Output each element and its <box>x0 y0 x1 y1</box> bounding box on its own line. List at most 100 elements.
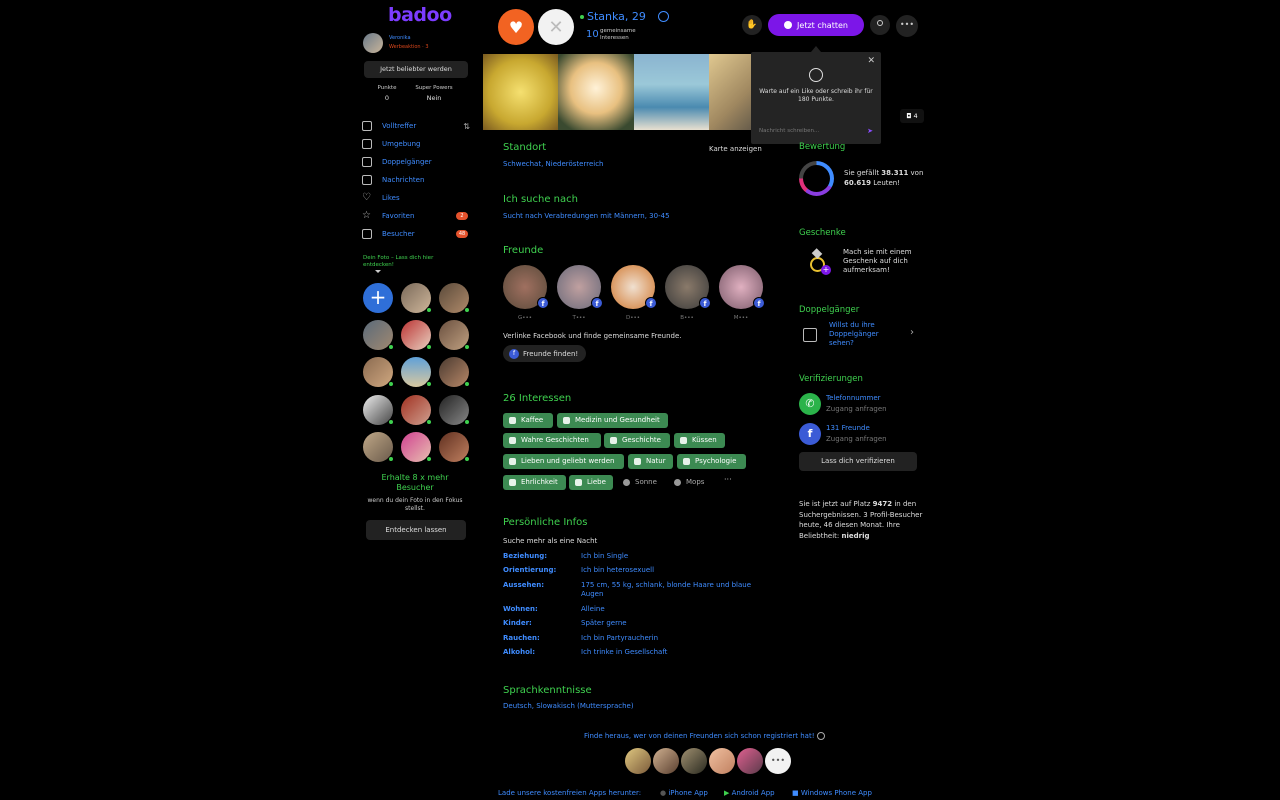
user-avatar[interactable] <box>439 395 470 425</box>
photo-count[interactable]: ◘ 4 <box>900 109 924 123</box>
nav-umgebung[interactable]: Umgebung <box>362 137 470 151</box>
friend-avatar[interactable]: f <box>557 265 603 309</box>
friend-avatar[interactable] <box>625 748 651 774</box>
nav-volltreffer[interactable]: Volltreffer ⇅ <box>362 119 470 133</box>
user-avatar[interactable] <box>401 395 432 425</box>
verified-icon[interactable] <box>658 11 669 22</box>
user-avatar[interactable] <box>401 283 432 313</box>
user-avatar[interactable] <box>401 320 432 350</box>
online-indicator <box>426 381 432 387</box>
ring-gift-icon[interactable]: + <box>807 248 831 275</box>
interest-chip[interactable]: Kaffee <box>503 413 553 428</box>
facebook-verify-sub[interactable]: Zugang anfragen <box>826 435 887 443</box>
chevron-right-icon[interactable]: › <box>910 327 914 338</box>
user-avatar[interactable] <box>439 357 470 387</box>
play-icon: ▶ <box>724 789 730 797</box>
gifts-title: Geschenke <box>799 228 846 238</box>
nav-likes[interactable]: ♡ Likes <box>362 191 470 205</box>
apps-lead-text: Lade unsere kostenfreien Apps herunter: <box>498 789 642 797</box>
gift-button[interactable]: ✋ <box>742 15 762 35</box>
my-avatar[interactable] <box>363 33 383 53</box>
friend-avatar[interactable] <box>681 748 707 774</box>
user-avatar[interactable] <box>363 320 394 350</box>
find-friends-button[interactable]: f Freunde finden! <box>503 345 587 362</box>
info-value: Ich trinke in Gesellschaft <box>581 648 668 656</box>
user-avatar[interactable] <box>363 395 394 425</box>
interest-chip[interactable]: Wahre Geschichten <box>503 433 601 448</box>
languages-value: Deutsch, Slowakisch (Muttersprache) <box>503 702 634 710</box>
windows-app-link[interactable]: ■ Windows Phone App <box>792 789 872 797</box>
add-photo-button[interactable]: + <box>363 283 393 313</box>
lightning-icon <box>809 68 823 82</box>
profile-photo[interactable] <box>483 54 558 130</box>
profile-name: Stanka, 29 <box>587 10 646 23</box>
user-avatar[interactable] <box>363 357 394 387</box>
help-icon[interactable] <box>816 732 825 740</box>
get-popular-button[interactable]: Jetzt beliebter werden <box>364 61 468 78</box>
online-indicator <box>388 456 394 462</box>
nav-besucher[interactable]: Besucher 48 <box>362 227 470 241</box>
nav-favoriten[interactable]: ☆ Favoriten 2 <box>362 209 470 223</box>
phone-verify-title[interactable]: Telefonnummer <box>826 394 881 402</box>
interest-chip[interactable]: Geschichte <box>604 433 670 448</box>
iphone-app-link[interactable]: ● iPhone App <box>660 789 708 797</box>
user-avatar[interactable] <box>439 432 470 462</box>
show-map-link[interactable]: Karte anzeigen <box>709 145 762 153</box>
profile-menu-button[interactable] <box>870 15 890 35</box>
interest-chip[interactable]: Ehrlichkeit <box>503 475 566 490</box>
filter-icon[interactable]: ⇅ <box>463 122 470 131</box>
interest-chip[interactable]: Psychologie <box>677 454 746 469</box>
skip-button[interactable]: ✕ <box>538 9 574 45</box>
get-verified-button[interactable]: Lass dich verifizieren <box>799 452 917 471</box>
like-button[interactable]: ♥ <box>498 9 534 45</box>
get-discovered-button[interactable]: Entdecken lassen <box>366 520 466 540</box>
friend-avatar[interactable]: f <box>665 265 711 309</box>
find-friends-link[interactable]: Finde heraus, wer von deinen Freunden si… <box>584 732 825 740</box>
gift-text[interactable]: Mach sie mit einem Geschenk auf dich auf… <box>843 248 923 275</box>
rating-text: Sie gefällt 38.311 von 60.619 Leuten! <box>844 169 924 187</box>
user-avatar[interactable] <box>401 357 432 387</box>
badoo-logo[interactable]: badoo <box>388 4 452 26</box>
phone-verify-sub[interactable]: Zugang anfragen <box>826 405 887 413</box>
close-icon[interactable]: ✕ <box>867 56 875 66</box>
friend-avatar[interactable]: f <box>719 265 765 309</box>
personal-intro: Suche mehr als eine Nacht <box>503 537 598 545</box>
user-avatar[interactable] <box>439 283 470 313</box>
nav-doppelganger[interactable]: Doppelgänger <box>362 155 470 169</box>
interest-chip[interactable]: Natur <box>628 454 673 469</box>
chat-bubble-icon <box>362 175 372 185</box>
user-avatar[interactable] <box>439 320 470 350</box>
friend-name: M••• <box>733 315 749 321</box>
interest-chip[interactable]: Sonne <box>617 475 663 490</box>
friend-avatar[interactable] <box>709 748 735 774</box>
user-avatar[interactable] <box>363 432 394 462</box>
interest-label: Medizin und Gesundheit <box>575 416 660 424</box>
nav-nachrichten[interactable]: Nachrichten <box>362 173 470 187</box>
friend-avatar[interactable]: f <box>611 265 657 309</box>
more-friends-button[interactable]: ••• <box>765 748 791 774</box>
doppelganger-link[interactable]: Willst du ihre Doppelgänger sehen? <box>829 321 899 348</box>
friend-avatar[interactable] <box>737 748 763 774</box>
looking-for-value: Sucht nach Verabredungen mit Männern, 30… <box>503 212 670 220</box>
friend-avatar[interactable] <box>653 748 679 774</box>
interest-chip[interactable]: Küssen <box>674 433 725 448</box>
send-icon[interactable]: ➤ <box>867 127 873 135</box>
message-input[interactable]: Nachricht schreiben... <box>759 128 819 134</box>
my-name[interactable]: Veronika <box>389 35 411 41</box>
interest-chip[interactable]: Liebe <box>569 475 613 490</box>
windows-icon: ■ <box>792 789 799 797</box>
facebook-verify-title[interactable]: 131 Freunde <box>826 424 870 432</box>
user-avatar[interactable] <box>401 432 432 462</box>
interest-chip[interactable]: Mops <box>668 475 712 490</box>
interest-chip[interactable]: Lieben und geliebt werden <box>503 454 624 469</box>
android-app-link[interactable]: ▶ Android App <box>724 789 775 797</box>
friend-avatar[interactable]: f <box>503 265 549 309</box>
photo-hint[interactable]: Dein Foto – Lass dich hier entdecken! <box>363 255 443 269</box>
location-value[interactable]: Schwechat, Niederösterreich <box>503 160 604 168</box>
interest-chip[interactable]: Medizin und Gesundheit <box>557 413 668 428</box>
profile-photo[interactable] <box>634 54 709 130</box>
chat-now-button[interactable]: Jetzt chatten <box>768 14 864 36</box>
more-interests-button[interactable]: ··· <box>724 475 732 484</box>
profile-photo[interactable] <box>558 54 634 130</box>
more-options-button[interactable]: ••• <box>896 15 918 37</box>
